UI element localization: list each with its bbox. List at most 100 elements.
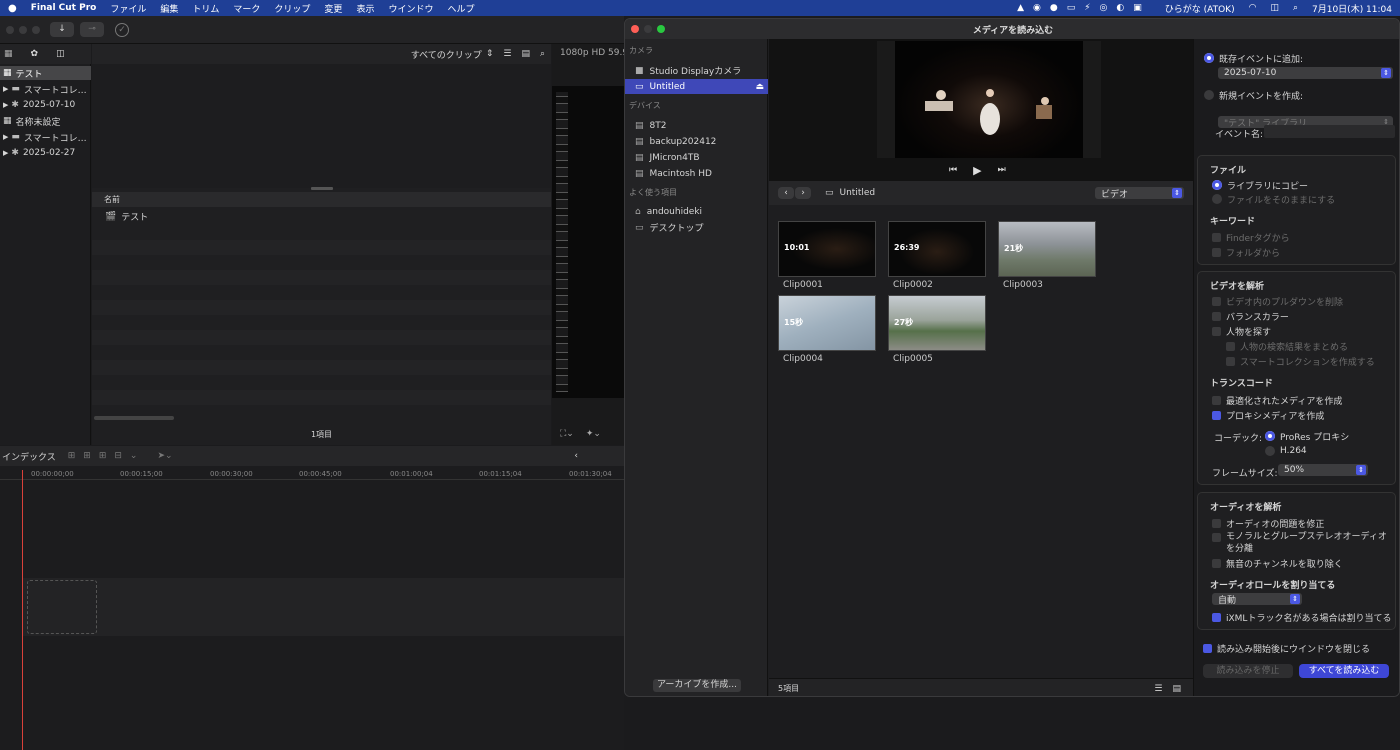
folders-checkbox[interactable]: フォルダから [1212, 246, 1392, 259]
transform-icon[interactable]: ⛶⌄ [560, 429, 574, 439]
list-view-icon[interactable]: ☰ [1154, 684, 1162, 694]
consolidate-people-checkbox[interactable]: 人物の検索結果をまとめる [1226, 340, 1392, 353]
library-item[interactable]: ▦ テスト [0, 66, 91, 80]
back-button[interactable]: ‹ [778, 187, 794, 199]
input-method[interactable]: ひらがな (ATOK) [1165, 2, 1235, 15]
event-name-field[interactable] [1264, 125, 1395, 138]
close-dot[interactable] [6, 26, 14, 34]
disclosure-icon[interactable]: ▶ [3, 149, 8, 157]
disclosure-icon[interactable]: ▶ [3, 101, 8, 109]
play-icon[interactable]: ▶ [973, 164, 981, 177]
menu-edit[interactable]: 編集 [160, 2, 178, 15]
existing-event-select[interactable]: 2025-07-10 ⇕ [1218, 67, 1393, 79]
sidebar-item-studio-display[interactable]: ■ Studio Displayカメラ [625, 63, 768, 78]
import-button[interactable]: ↓ [50, 22, 74, 37]
skip-back-icon[interactable]: ⏮ [949, 165, 957, 175]
menu-file[interactable]: ファイル [110, 2, 146, 15]
zoom-dot[interactable] [32, 26, 40, 34]
skip-forward-icon[interactable]: ⏭ [998, 165, 1006, 175]
frame-size-select[interactable]: 50% ⇕ [1278, 464, 1368, 476]
new-event-radio[interactable]: 新規イベントを作成: [1204, 89, 1394, 102]
horizontal-scrollbar[interactable] [94, 416, 174, 420]
sidebar-item-jmicron[interactable]: ▤ JMicron4TB [625, 150, 768, 165]
codec-prores-radio[interactable]: ProRes プロキシ [1265, 430, 1375, 443]
mono-stereo-checkbox[interactable]: モノラルとグループステレオオーディオを分離 [1212, 531, 1392, 555]
finder-tags-checkbox[interactable]: Finderタグから [1212, 231, 1392, 244]
chevron-left-icon[interactable]: ‹ [574, 451, 578, 461]
keyword-button[interactable]: ⊸ [80, 22, 104, 37]
list-view-icon[interactable]: ☰ [503, 49, 511, 59]
sidebar-item-home[interactable]: ⌂ andouhideki [625, 204, 768, 219]
select-tool-icon[interactable]: ➤⌄ [157, 451, 172, 461]
sidebar-item-desktop[interactable]: ▭ デスクトップ [625, 220, 768, 235]
sidebar-item-backup[interactable]: ▤ backup202412 [625, 134, 768, 149]
index-button[interactable]: インデックス [2, 450, 56, 463]
menu-window[interactable]: ウインドウ [388, 2, 433, 15]
optimized-media-checkbox[interactable]: 最適化されたメディアを作成 [1212, 394, 1392, 407]
close-window-checkbox[interactable]: 読み込み開始後にウインドウを閉じる [1203, 642, 1398, 655]
fix-audio-checkbox[interactable]: オーディオの問題を修正 [1212, 517, 1392, 530]
menu-clip[interactable]: クリップ [274, 2, 310, 15]
balance-color-checkbox[interactable]: バランスカラー [1212, 310, 1392, 323]
smart-collection-item[interactable]: ▶ ▬ スマートコレ… [0, 82, 91, 96]
zoom-dot[interactable] [657, 25, 665, 33]
search-icon[interactable]: ⌕ [1293, 3, 1298, 13]
menu-modify[interactable]: 変更 [324, 2, 342, 15]
list-row[interactable]: 🎬 テスト [92, 209, 551, 224]
media-filter-select[interactable]: ビデオ ⇕ [1095, 187, 1184, 200]
find-people-checkbox[interactable]: 人物を探す [1212, 325, 1392, 338]
disclosure-icon[interactable]: ▶ [3, 85, 8, 93]
chevron-updown-icon: ⇕ [1290, 594, 1300, 604]
eject-icon[interactable]: ⏏ [755, 82, 764, 92]
background-tasks-icon[interactable]: ✓ [115, 23, 129, 37]
library-item[interactable]: ▦ 名称未設定 [0, 114, 91, 128]
filmstrip-icon[interactable]: ▤ [1172, 684, 1181, 694]
wifi-icon[interactable]: ◠ [1249, 3, 1257, 13]
remove-silent-checkbox[interactable]: 無音のチャンネルを取り除く [1212, 557, 1392, 570]
forward-button[interactable]: › [795, 187, 811, 199]
menu-help[interactable]: ヘルプ [447, 2, 474, 15]
event-item[interactable]: ▶ ✱ 2025-07-10 [0, 98, 91, 112]
proxy-media-checkbox[interactable]: プロキシメディアを作成 [1212, 409, 1392, 422]
minimize-dot[interactable] [644, 25, 652, 33]
event-item[interactable]: ▶ ✱ 2025-02-27 [0, 146, 91, 160]
disclosure-icon[interactable]: ▶ [3, 133, 8, 141]
magic-wand-icon[interactable]: ✦⌄ [586, 429, 601, 439]
filmstrip-icon[interactable]: ▤ [521, 49, 530, 59]
control-center-icon[interactable]: ◫ [1270, 3, 1279, 13]
clip-filter-menu[interactable]: すべてのクリップ [411, 48, 482, 61]
titles-tab-icon[interactable]: ◫ [56, 49, 65, 59]
minimize-dot[interactable] [19, 26, 27, 34]
search-icon[interactable]: ⌕ [540, 49, 545, 59]
ixml-checkbox[interactable]: iXMLトラック名がある場合は割り当てる [1212, 611, 1395, 624]
libraries-tab-icon[interactable]: ▦ [4, 49, 13, 59]
audio-role-select[interactable]: 自動 ⇕ [1212, 593, 1302, 606]
clip-name: Clip0003 [1003, 280, 1043, 290]
column-name[interactable]: 名前 [104, 194, 120, 205]
remove-pulldown-checkbox[interactable]: ビデオ内のプルダウンを削除 [1212, 295, 1392, 308]
photos-tab-icon[interactable]: ✿ [31, 49, 39, 59]
edit-tools-icons[interactable]: ⊞⊞⊞⊟⌄ [68, 451, 146, 461]
menu-trim[interactable]: トリム [192, 2, 219, 15]
menu-view[interactable]: 表示 [356, 2, 374, 15]
stop-import-button[interactable]: 読み込みを停止 [1203, 664, 1293, 678]
codec-h264-radio[interactable]: H.264 [1265, 445, 1375, 457]
leave-in-place-radio[interactable]: ファイルをそのままにする [1212, 193, 1392, 206]
close-dot[interactable] [631, 25, 639, 33]
add-existing-event-radio[interactable]: 既存イベントに追加: [1204, 52, 1394, 65]
menu-app-name[interactable]: Final Cut Pro [31, 3, 97, 13]
clock[interactable]: 7月10日(木) 11:04 [1312, 2, 1392, 15]
smart-collections-checkbox[interactable]: スマートコレクションを作成する [1226, 355, 1392, 368]
copy-to-library-radio[interactable]: ライブラリにコピー [1212, 179, 1392, 192]
menu-mark[interactable]: マーク [233, 2, 260, 15]
sidebar-item-untitled[interactable]: ▭ Untitled ⏏ [625, 79, 768, 94]
apple-icon[interactable]: ● [8, 3, 17, 14]
sidebar-item-macintosh-hd[interactable]: ▤ Macintosh HD [625, 166, 768, 181]
divider-handle[interactable] [311, 187, 333, 190]
empty-clip-placeholder[interactable] [27, 580, 97, 634]
sidebar-item-8t2[interactable]: ▤ 8T2 [625, 118, 768, 133]
import-all-button[interactable]: すべてを読み込む [1299, 664, 1389, 678]
archive-button[interactable]: アーカイブを作成... [653, 679, 741, 692]
smart-collection-item[interactable]: ▶ ▬ スマートコレ… [0, 130, 91, 144]
status-icons[interactable]: ▲◉●▭⚡◎◐▣ [1017, 3, 1151, 13]
